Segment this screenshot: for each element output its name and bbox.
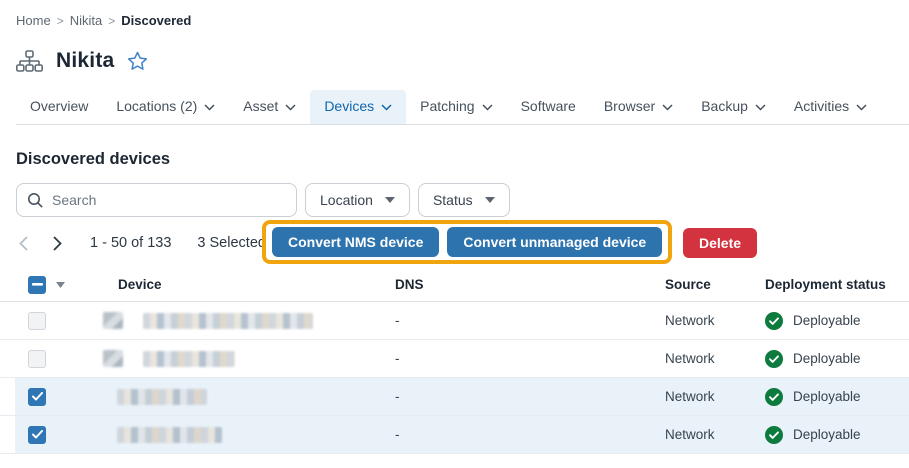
check-circle-icon: [765, 350, 783, 368]
row-checkbox[interactable]: [28, 426, 46, 444]
select-all-checkbox[interactable]: [28, 276, 46, 294]
selected-count: 3 Selected: [197, 235, 266, 251]
location-filter-dropdown[interactable]: Location: [305, 183, 410, 217]
source-value: Network: [665, 389, 765, 404]
caret-down-icon[interactable]: [56, 282, 65, 288]
tab-patching[interactable]: Patching: [406, 90, 506, 124]
action-bar: 1 - 50 of 133 3 Selected Convert NMS dev…: [0, 220, 909, 266]
org-chart-icon: [16, 50, 43, 73]
delete-button[interactable]: Delete: [683, 228, 757, 258]
table-header-row: Device DNS Source Deployment status: [0, 268, 909, 302]
filter-bar: Location Status: [16, 183, 909, 217]
column-header-device[interactable]: Device: [118, 277, 395, 292]
device-name-redacted: [143, 351, 235, 367]
breadcrumb-separator: >: [108, 14, 115, 28]
dns-value: -: [395, 313, 665, 328]
convert-unmanaged-device-button[interactable]: Convert unmanaged device: [447, 227, 662, 257]
column-header-deployment-status[interactable]: Deployment status: [765, 277, 909, 292]
breadcrumb-home[interactable]: Home: [16, 13, 51, 28]
tab-browser[interactable]: Browser: [590, 90, 687, 124]
minus-icon: [32, 283, 43, 286]
tab-backup[interactable]: Backup: [687, 90, 780, 124]
highlight-annotation: Convert NMS device Convert unmanaged dev…: [262, 220, 672, 264]
breadcrumb-separator: >: [57, 14, 64, 28]
check-circle-icon: [765, 388, 783, 406]
device-name-redacted: [143, 313, 313, 329]
check-circle-icon: [765, 426, 783, 444]
deployment-status-value: Deployable: [793, 427, 861, 442]
device-type-icon: [103, 312, 123, 329]
pagination-range: 1 - 50 of 133: [90, 235, 171, 251]
deployment-status-value: Deployable: [793, 389, 861, 404]
search-box[interactable]: [16, 183, 297, 217]
section-title: Discovered devices: [16, 150, 909, 169]
deployment-status-value: Deployable: [793, 313, 861, 328]
tab-overview[interactable]: Overview: [16, 90, 102, 124]
search-input[interactable]: [52, 192, 286, 208]
row-checkbox[interactable]: [28, 388, 46, 406]
chevron-left-icon[interactable]: [8, 228, 38, 258]
breadcrumb-current: Discovered: [121, 13, 191, 28]
chevron-down-icon: [204, 104, 215, 111]
column-header-source[interactable]: Source: [665, 277, 765, 292]
chevron-right-icon[interactable]: [42, 228, 72, 258]
source-value: Network: [665, 351, 765, 366]
chevron-down-icon: [381, 104, 392, 111]
chevron-down-icon: [755, 104, 766, 111]
tab-activities[interactable]: Activities: [780, 90, 881, 124]
discovered-devices-table: Device DNS Source Deployment status - Ne…: [0, 268, 909, 454]
dns-value: -: [395, 427, 665, 442]
tab-bar: Overview Locations (2) Asset Devices Pat…: [16, 90, 909, 125]
device-name-redacted: [117, 427, 222, 443]
dns-value: -: [395, 351, 665, 366]
page-header: Nikita: [16, 49, 909, 73]
dns-value: -: [395, 389, 665, 404]
table-row[interactable]: - Network Deployable: [0, 378, 909, 416]
breadcrumb-nikita[interactable]: Nikita: [70, 13, 103, 28]
device-type-icon: [103, 350, 123, 367]
star-icon[interactable]: [127, 51, 148, 71]
device-name-redacted: [117, 389, 207, 405]
tab-locations[interactable]: Locations (2): [102, 90, 229, 124]
source-value: Network: [665, 313, 765, 328]
chevron-down-icon: [856, 104, 867, 111]
caret-down-icon: [485, 197, 495, 203]
source-value: Network: [665, 427, 765, 442]
tab-software[interactable]: Software: [507, 90, 590, 124]
row-checkbox[interactable]: [28, 350, 46, 368]
table-row[interactable]: - Network Deployable: [0, 416, 909, 454]
page-title: Nikita: [56, 49, 114, 73]
table-row[interactable]: - Network Deployable: [0, 340, 909, 378]
deployment-status-value: Deployable: [793, 351, 861, 366]
search-icon: [27, 192, 44, 209]
check-icon: [32, 392, 43, 401]
chevron-down-icon: [662, 104, 673, 111]
breadcrumb: Home > Nikita > Discovered: [16, 13, 909, 28]
caret-down-icon: [385, 197, 395, 203]
table-row[interactable]: - Network Deployable: [0, 302, 909, 340]
column-header-dns[interactable]: DNS: [395, 277, 665, 292]
status-filter-dropdown[interactable]: Status: [418, 183, 510, 217]
tab-asset[interactable]: Asset: [229, 90, 310, 124]
tab-devices[interactable]: Devices: [310, 90, 406, 124]
chevron-down-icon: [285, 104, 296, 111]
row-checkbox[interactable]: [28, 312, 46, 330]
check-icon: [32, 430, 43, 439]
convert-nms-device-button[interactable]: Convert NMS device: [272, 227, 439, 257]
chevron-down-icon: [482, 104, 493, 111]
check-circle-icon: [765, 312, 783, 330]
